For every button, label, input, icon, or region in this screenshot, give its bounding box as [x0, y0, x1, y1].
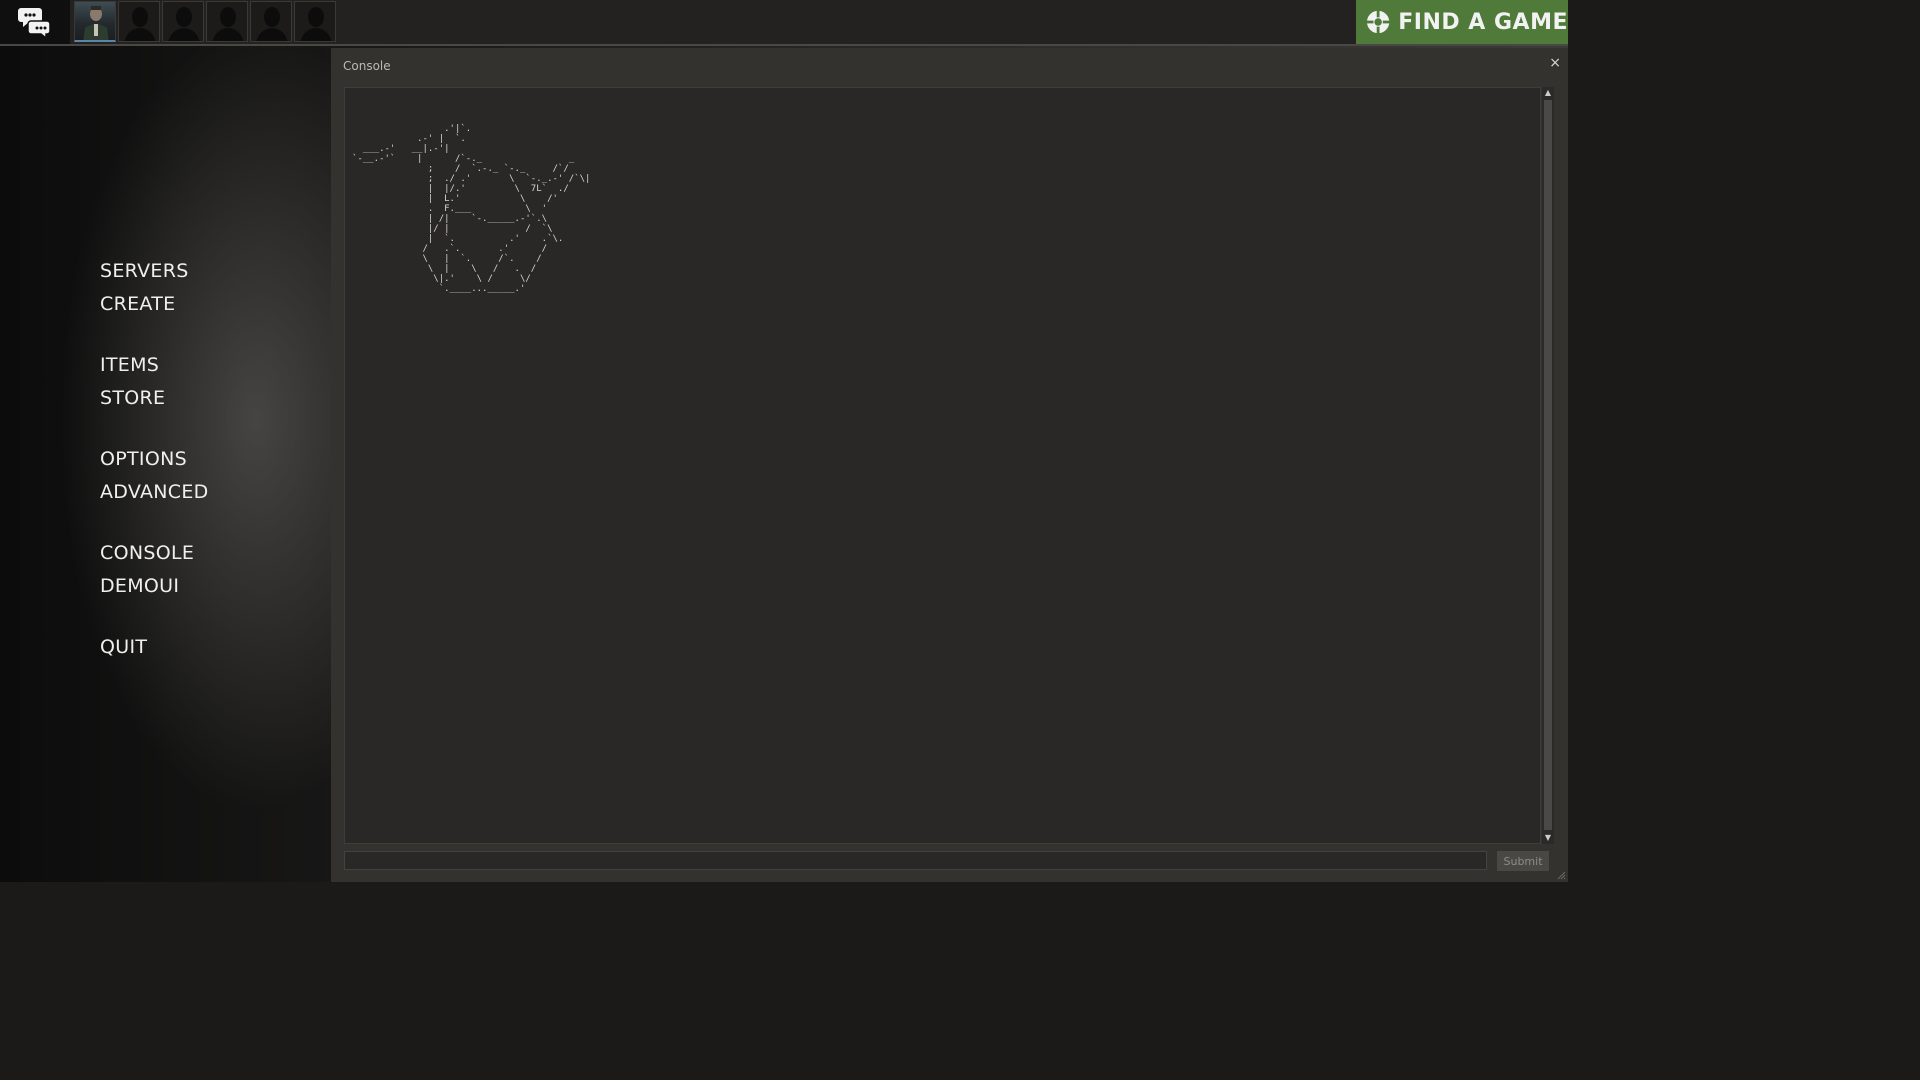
menu-item-demoui[interactable]: DEMOUI: [100, 575, 179, 597]
empty-slot-silhouette-icon: [212, 7, 244, 41]
scrollbar-thumb[interactable]: [1544, 100, 1552, 830]
menu-item-quit[interactable]: QUIT: [100, 636, 147, 658]
console-scrollbar[interactable]: ▲ ▼: [1542, 87, 1554, 844]
console-output-text: .'|`. .-' | `. ___.-' __|.-'| `-__.-'` |…: [352, 124, 591, 294]
empty-slot-silhouette-icon: [124, 7, 156, 41]
menu-item-console[interactable]: CONSOLE: [100, 542, 194, 564]
scroll-up-arrow-icon[interactable]: ▲: [1542, 87, 1554, 99]
player-avatar[interactable]: [74, 1, 116, 42]
menu-item-create[interactable]: CREATE: [100, 293, 175, 315]
console-window: Console × .'|`. .-' | `. ___.-' __|.-'| …: [331, 48, 1568, 882]
empty-slot-silhouette-icon: [168, 7, 200, 41]
empty-slot-silhouette-icon: [256, 7, 288, 41]
player-portrait-icon: [83, 6, 109, 40]
scroll-down-arrow-icon[interactable]: ▼: [1542, 832, 1554, 844]
chat-button[interactable]: [0, 0, 70, 44]
resize-grip-icon[interactable]: [1556, 870, 1566, 880]
find-a-game-button[interactable]: FIND A GAME: [1356, 0, 1568, 44]
menu-item-servers[interactable]: SERVERS: [100, 260, 189, 282]
close-button[interactable]: ×: [1549, 56, 1561, 70]
tf2-logo-icon: [1366, 9, 1391, 35]
empty-party-slot[interactable]: [118, 1, 160, 42]
main-menu-screen: FIND A GAME SERVERS CREATE ITEMS STORE O…: [0, 0, 1568, 882]
menu-item-items[interactable]: ITEMS: [100, 354, 159, 376]
party-avatars: [74, 1, 336, 42]
empty-party-slot[interactable]: [250, 1, 292, 42]
console-command-input[interactable]: [344, 851, 1487, 870]
empty-party-slot[interactable]: [294, 1, 336, 42]
menu-item-store[interactable]: STORE: [100, 387, 165, 409]
empty-party-slot[interactable]: [162, 1, 204, 42]
find-a-game-label: FIND A GAME: [1398, 9, 1568, 35]
menu-item-options[interactable]: OPTIONS: [100, 448, 187, 470]
menu-item-advanced[interactable]: ADVANCED: [100, 481, 209, 503]
empty-party-slot[interactable]: [206, 1, 248, 42]
console-output[interactable]: .'|`. .-' | `. ___.-' __|.-'| `-__.-'` |…: [344, 87, 1541, 844]
top-bar: FIND A GAME: [0, 0, 1568, 46]
console-title: Console: [343, 59, 391, 73]
empty-slot-silhouette-icon: [300, 7, 332, 41]
chat-bubbles-icon: [18, 8, 51, 39]
submit-button[interactable]: Submit: [1497, 851, 1549, 871]
